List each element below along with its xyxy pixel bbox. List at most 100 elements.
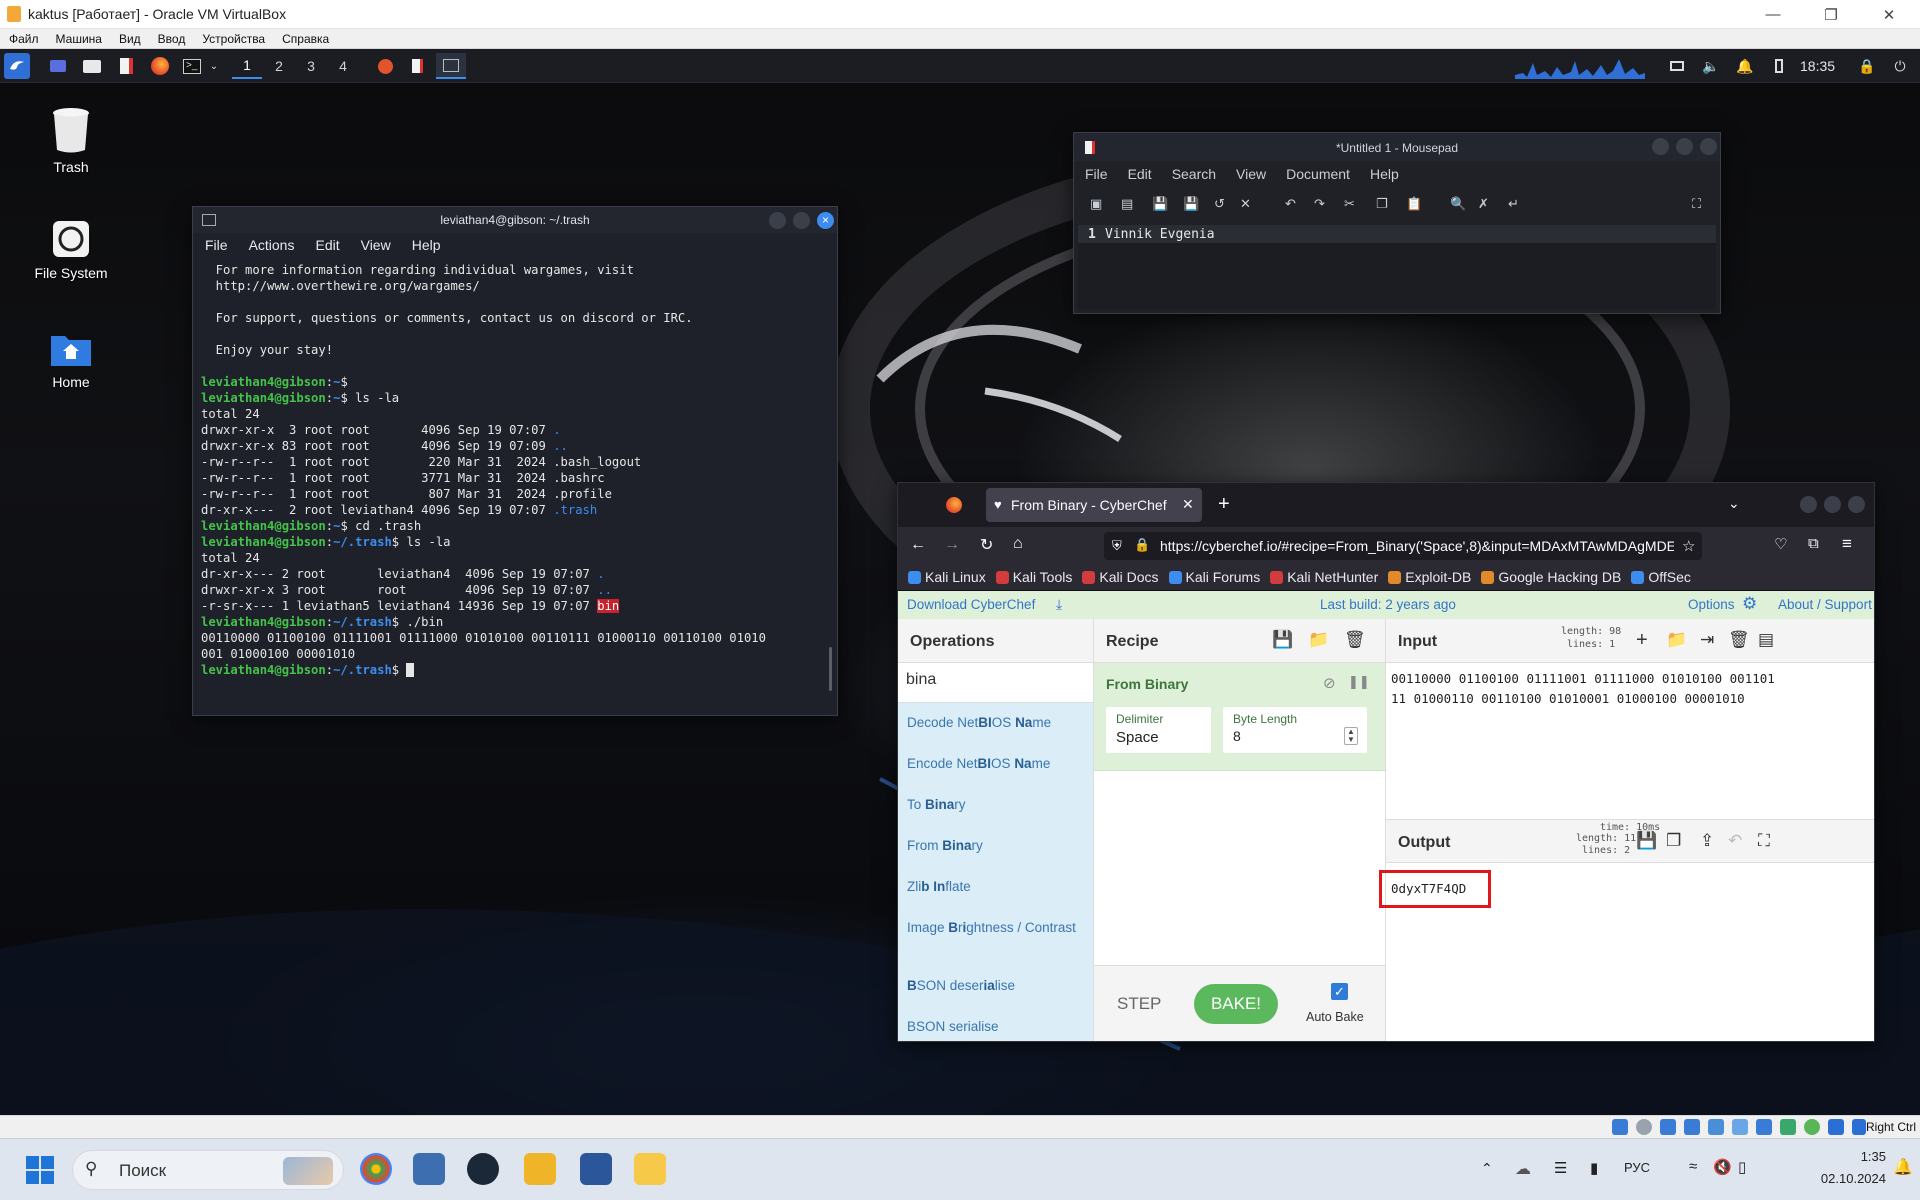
chrome-icon[interactable] [360, 1153, 392, 1185]
auto-bake-checkbox[interactable]: ✓ [1331, 983, 1348, 1000]
windows-start-icon[interactable] [26, 1156, 54, 1184]
minimize-button[interactable] [1800, 496, 1817, 513]
forward-icon[interactable]: → [944, 536, 960, 554]
volume-icon[interactable]: 🔈 [1700, 53, 1722, 79]
kali-menu-icon[interactable] [4, 53, 30, 79]
menu-hamburger-icon[interactable]: ≡ [1842, 534, 1852, 554]
close-button[interactable] [1848, 496, 1865, 513]
redo-icon[interactable]: ↷ [1314, 196, 1325, 212]
input-text[interactable]: 00110000 01100100 01111001 01111000 0101… [1391, 669, 1781, 709]
workspace-4[interactable]: 4 [328, 53, 358, 79]
notification-bell-icon[interactable]: 🔔 [1893, 1157, 1913, 1177]
new-tab-icon[interactable]: + [1218, 493, 1230, 516]
bake-button[interactable]: BAKE! [1194, 984, 1278, 1024]
extensions-icon[interactable]: ⧉ [1808, 535, 1819, 552]
onedrive-icon[interactable]: ☁ [1515, 1159, 1531, 1179]
operation-item[interactable]: Decode NetBIOS Name [898, 703, 1093, 744]
terminal-scrollbar[interactable] [829, 647, 832, 691]
menu-file[interactable]: File [193, 233, 237, 253]
taskbar-firefox-icon[interactable] [372, 53, 398, 79]
url-text[interactable]: https://cyberchef.io/#recipe=From_Binary… [1160, 538, 1674, 554]
save-recipe-icon[interactable]: 💾 [1272, 630, 1293, 650]
notification-bell-icon[interactable]: 🔔 [1734, 53, 1756, 79]
file-manager-icon[interactable] [80, 53, 104, 79]
battery-icon[interactable] [1768, 53, 1790, 79]
minimize-button[interactable] [769, 212, 786, 229]
bookmark-item[interactable]: Kali Docs [1074, 569, 1159, 585]
delimiter-field[interactable]: Delimiter Space [1106, 707, 1211, 753]
mousepad-window[interactable]: *Untitled 1 - Mousepad File Edit Search Vie… [1073, 132, 1721, 314]
hard-disk-icon[interactable] [1612, 1119, 1628, 1135]
revert-icon[interactable]: ↺ [1214, 196, 1225, 212]
load-recipe-icon[interactable]: 📁 [1308, 630, 1329, 650]
options-gear-icon[interactable]: ⚙ [1742, 594, 1757, 614]
mousepad-titlebar[interactable]: *Untitled 1 - Mousepad [1074, 133, 1720, 161]
bookmark-item[interactable]: Kali NetHunter [1262, 569, 1378, 585]
menu-help[interactable]: Help [400, 233, 450, 253]
power-icon[interactable]: ⏻ [1888, 53, 1912, 79]
delimiter-value[interactable]: Space [1116, 729, 1159, 746]
save-as-icon[interactable]: 💾 [1183, 196, 1199, 212]
volume-muted-icon[interactable]: 🔇 [1713, 1158, 1732, 1176]
tab-cyberchef[interactable]: ♥ From Binary - CyberChef ✕ [986, 488, 1202, 522]
maximize-button[interactable] [793, 212, 810, 229]
pause-operation-icon[interactable]: ❚❚ [1348, 674, 1370, 690]
settings-sliders-icon[interactable]: ☰ [1554, 1159, 1567, 1177]
network-icon[interactable] [1684, 1119, 1700, 1135]
editor-text[interactable]: Vinnik Evgenia [1105, 227, 1215, 242]
disable-operation-icon[interactable]: ⊘ [1323, 674, 1336, 692]
pocket-icon[interactable]: ♡ [1774, 535, 1787, 553]
launcher-dropdown-icon[interactable]: ⌄ [206, 53, 222, 79]
desktop-icon-trash[interactable]: Trash [11, 107, 131, 175]
operation-item[interactable]: Zlib Inflate [898, 867, 1093, 908]
maximize-button[interactable] [1824, 496, 1841, 513]
optical-drive-icon[interactable] [1636, 1119, 1652, 1135]
replace-input-icon[interactable]: ⇪ [1700, 831, 1714, 851]
output-text[interactable]: 0dyxT7F4QD [1391, 881, 1466, 896]
wifi-icon[interactable]: ≈ [1689, 1158, 1697, 1175]
show-desktop-icon[interactable] [46, 53, 70, 79]
panel-clock[interactable]: 18:35 [1800, 58, 1835, 74]
menu-devices[interactable]: Устройства [193, 29, 273, 46]
byte-length-stepper[interactable]: ▲ ▼ [1344, 727, 1358, 745]
recipe-operation-from-binary[interactable]: From Binary ⊘ ❚❚ Delimiter Space Byte Le… [1094, 663, 1385, 771]
terminal-launcher-icon[interactable]: >_ [180, 53, 204, 79]
operation-item[interactable]: BSON deserialise [898, 966, 1093, 1007]
tracking-shield-icon[interactable]: ⛨ [1112, 538, 1122, 554]
workspace-1[interactable]: 1 [232, 53, 262, 79]
taskbar-mousepad-icon[interactable] [404, 53, 430, 79]
menu-help[interactable]: Help [1359, 161, 1408, 182]
word-icon[interactable] [580, 1153, 612, 1185]
new-document-icon[interactable]: ▣ [1090, 196, 1102, 212]
show-hidden-icons-icon[interactable]: ⌃ [1481, 1160, 1493, 1177]
keyboard-capture-icon[interactable] [1828, 1119, 1844, 1135]
explorer-icon[interactable] [634, 1153, 666, 1185]
about-support-link[interactable]: About / Support [1778, 597, 1872, 612]
performance-icon[interactable]: ▮ [1590, 1159, 1598, 1177]
minimize-button[interactable] [1652, 138, 1669, 155]
menu-edit[interactable]: Edit [303, 233, 348, 253]
shared-folders-icon[interactable] [1732, 1119, 1748, 1135]
menu-help[interactable]: Справка [273, 29, 337, 46]
text-editor-icon[interactable] [114, 53, 138, 79]
undo-icon[interactable]: ↶ [1285, 196, 1296, 212]
reset-layout-icon[interactable]: ▤ [1758, 630, 1774, 650]
firefox-view-icon[interactable] [946, 497, 962, 513]
open-folder-icon[interactable]: 📁 [1666, 630, 1687, 650]
operation-item[interactable]: To Binary [898, 785, 1093, 826]
audio-icon[interactable] [1660, 1119, 1676, 1135]
terminal-titlebar[interactable]: leviathan4@gibson: ~/.trash × [193, 207, 837, 233]
download-cyberchef-link[interactable]: Download CyberChef [907, 597, 1035, 612]
fullscreen-icon[interactable]: ⛶ [1692, 196, 1701, 212]
undo-icon[interactable]: ↶ [1728, 831, 1742, 851]
bookmark-item[interactable]: Kali Linux [900, 569, 986, 585]
close-tab-icon[interactable]: ✕ [1182, 496, 1194, 513]
menu-view[interactable]: Вид [110, 29, 149, 46]
close-button[interactable]: ✕ [1860, 0, 1918, 29]
goto-line-icon[interactable]: ↵ [1508, 196, 1519, 212]
desktop-icon-filesystem[interactable]: File System [11, 219, 131, 281]
clear-recipe-icon[interactable]: 🗑 [1344, 630, 1366, 650]
firefox-icon[interactable] [148, 53, 172, 79]
options-link[interactable]: Options [1688, 597, 1735, 612]
search-box[interactable]: ⚲ Поиск [72, 1150, 344, 1190]
